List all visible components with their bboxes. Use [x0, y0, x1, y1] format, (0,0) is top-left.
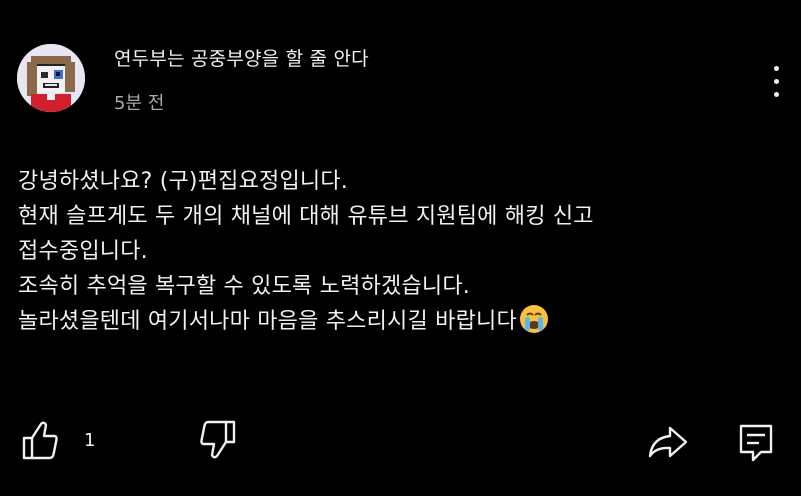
- thumbs-down-icon: [200, 420, 236, 459]
- reply-comment-icon: [739, 424, 773, 462]
- dislike-button[interactable]: [194, 418, 238, 466]
- comment-line: 현재 슬프게도 두 개의 채널에 대해 유튜브 지원팀에 해킹 신고: [18, 204, 594, 229]
- avatar[interactable]: [17, 44, 85, 112]
- comment-actions: 1: [0, 418, 801, 468]
- author-name[interactable]: 연두부는 공중부양을 할 줄 안다: [114, 46, 369, 72]
- pixel-art-avatar-icon: [17, 44, 85, 112]
- more-dot: [774, 79, 779, 84]
- comment-line: 강녕하셨나요? (구)편집요정입니다.: [18, 169, 348, 194]
- like-button[interactable]: [20, 418, 60, 466]
- reply-button[interactable]: [736, 422, 776, 468]
- more-vertical-icon: [774, 66, 779, 71]
- comment-header: 연두부는 공중부양을 할 줄 안다 5분 전: [114, 46, 369, 116]
- comment-card: 연두부는 공중부양을 할 줄 안다 5분 전 강녕하셨나요? (구)편집요정입니…: [0, 0, 801, 496]
- share-button[interactable]: [646, 422, 690, 466]
- comment-line: 접수중입니다.: [18, 239, 148, 264]
- crying-face-icon: [519, 304, 549, 345]
- more-options-button[interactable]: [766, 62, 788, 102]
- comment-body: 강녕하셨나요? (구)편집요정입니다. 현재 슬프게도 두 개의 채널에 대해 …: [18, 164, 788, 345]
- thumbs-up-icon: [22, 421, 58, 460]
- comment-line: 놀라셨을텐데 여기서나마 마음을 추스리시길 바랍니다: [18, 309, 517, 334]
- comment-line: 조속히 추억을 복구할 수 있도록 노력하겠습니다.: [18, 274, 470, 299]
- more-dot: [774, 92, 779, 97]
- comment-last-line: 놀라셨을텐데 여기서나마 마음을 추스리시길 바랍니다: [18, 304, 788, 345]
- share-arrow-icon: [648, 426, 688, 458]
- comment-timestamp: 5분 전: [114, 93, 165, 114]
- like-count: 1: [84, 430, 96, 451]
